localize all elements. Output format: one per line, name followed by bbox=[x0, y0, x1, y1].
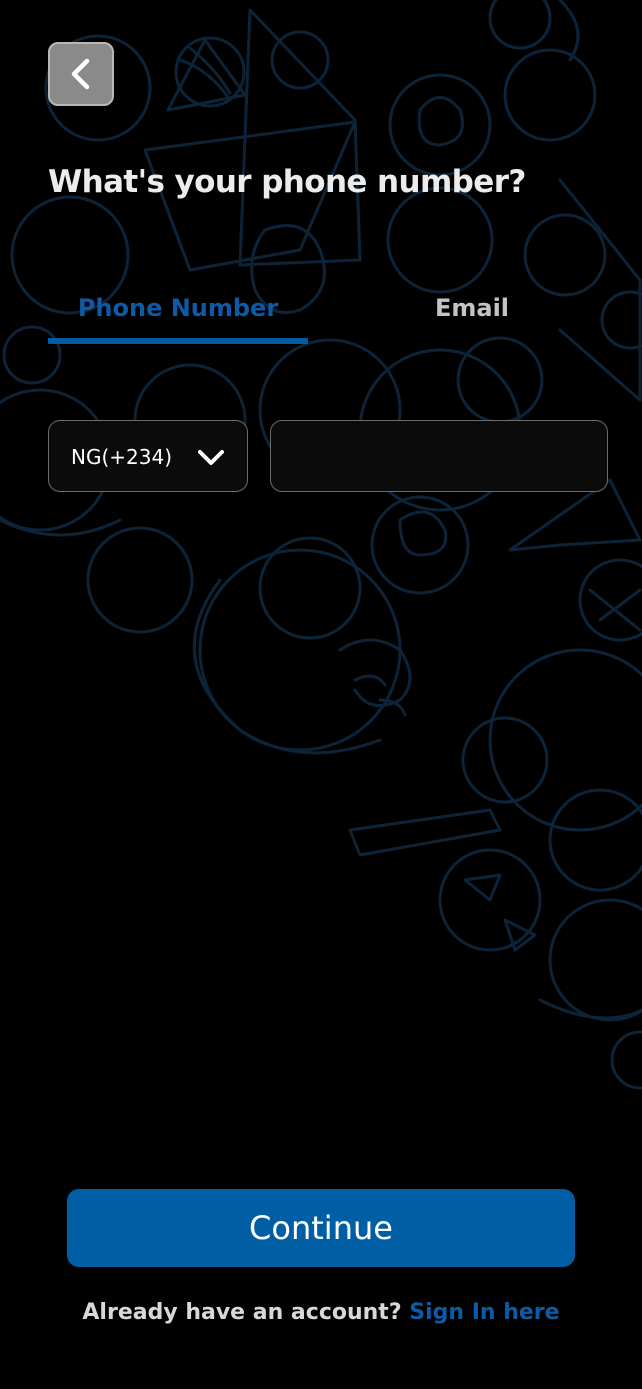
tab-email[interactable]: Email bbox=[340, 290, 604, 330]
background-doodle-pattern bbox=[0, 0, 642, 1090]
signin-prompt-line: Already have an account? Sign In here bbox=[0, 1300, 642, 1325]
signup-phone-screen: What's your phone number? Phone Number E… bbox=[0, 0, 642, 1389]
tab-phone-number[interactable]: Phone Number bbox=[48, 290, 308, 330]
signin-prompt-text: Already have an account? bbox=[82, 1300, 410, 1325]
continue-button[interactable]: Continue bbox=[67, 1189, 575, 1267]
country-code-value: NG(+234) bbox=[71, 445, 172, 469]
chevron-left-icon bbox=[71, 58, 90, 90]
active-tab-indicator bbox=[48, 338, 308, 344]
signin-link[interactable]: Sign In here bbox=[409, 1300, 559, 1325]
chevron-down-icon bbox=[198, 450, 224, 465]
phone-number-input[interactable] bbox=[270, 420, 608, 492]
back-button[interactable] bbox=[48, 42, 114, 106]
page-title: What's your phone number? bbox=[48, 164, 526, 200]
country-code-select[interactable]: NG(+234) bbox=[48, 420, 248, 492]
